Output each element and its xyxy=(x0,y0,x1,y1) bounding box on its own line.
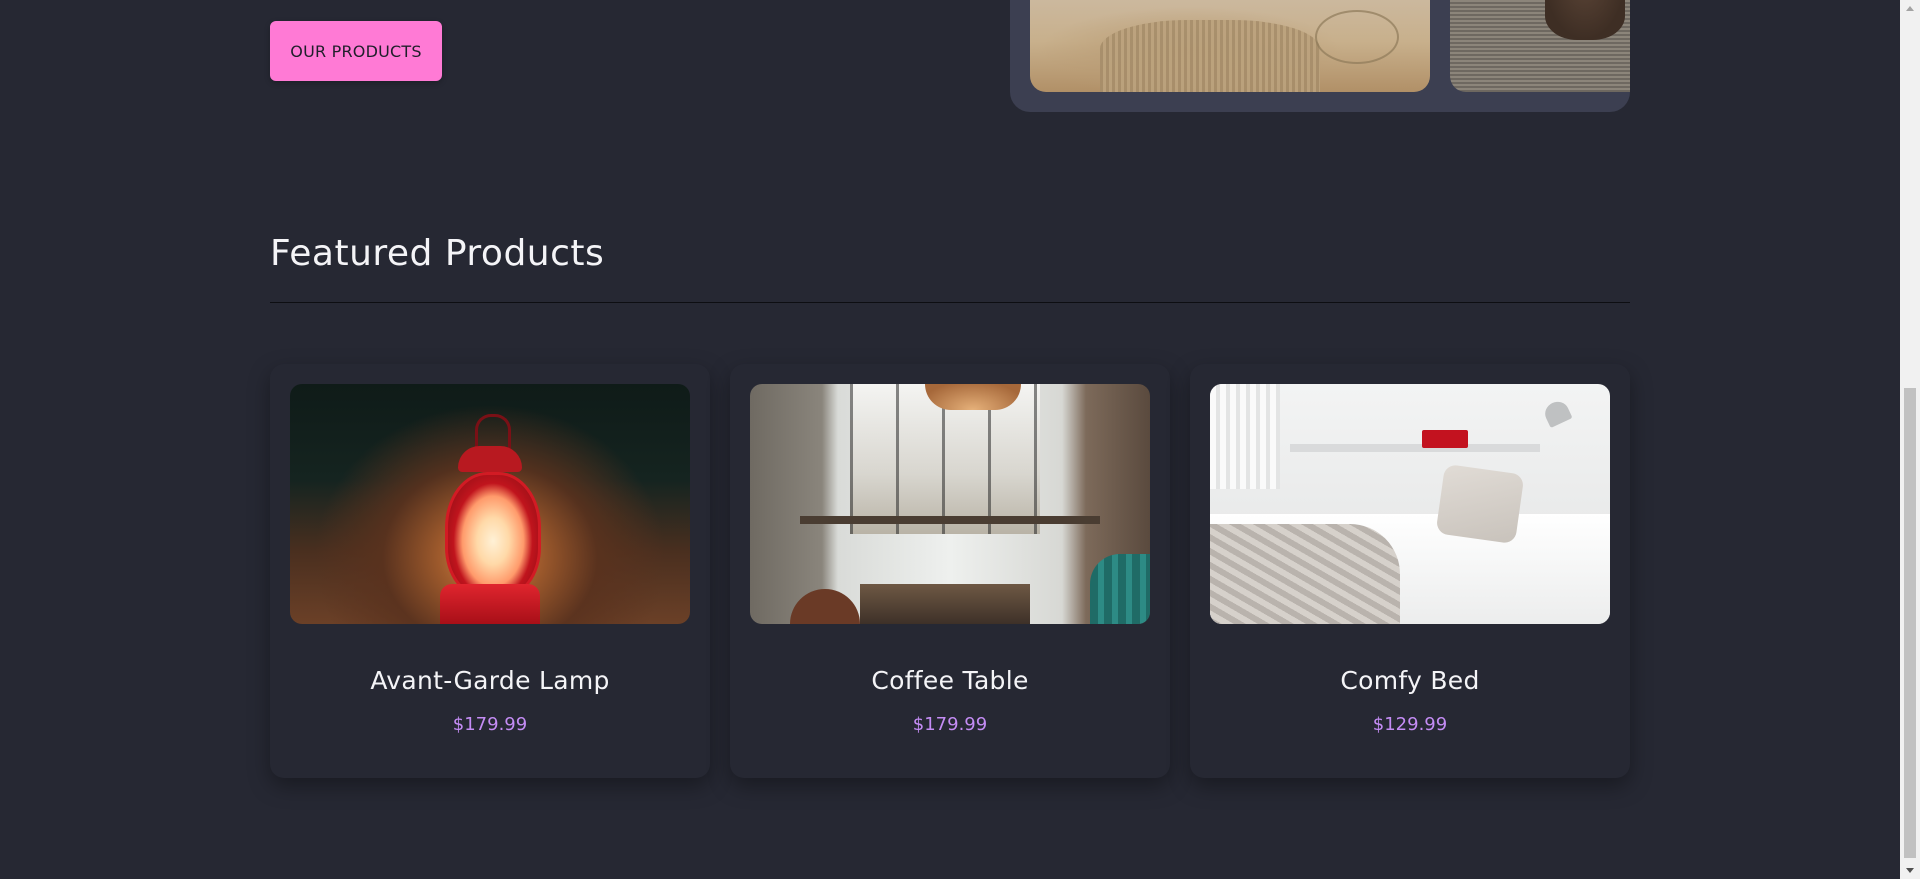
shelf-graphic xyxy=(1290,444,1540,452)
pillow-graphic xyxy=(1435,463,1525,545)
vase-graphic xyxy=(1545,0,1625,40)
side-table-graphic xyxy=(1315,10,1399,64)
product-card-avant-garde-lamp[interactable]: Avant-Garde Lamp $179.99 xyxy=(270,364,710,778)
table-graphic xyxy=(860,584,1030,624)
product-price: $179.99 xyxy=(452,714,528,735)
product-image-bed[interactable] xyxy=(1210,384,1610,624)
page-viewport: OUR PRODUCTS Featured Products Avant-Gar… xyxy=(0,0,1920,879)
product-card-comfy-bed[interactable]: Comfy Bed $129.99 xyxy=(1190,364,1630,778)
scroll-up-arrow-icon[interactable] xyxy=(1900,0,1920,17)
blanket-graphic xyxy=(1210,524,1400,624)
product-name[interactable]: Avant-Garde Lamp xyxy=(270,666,710,695)
red-box-graphic xyxy=(1422,430,1468,448)
featured-products-heading: Featured Products xyxy=(270,233,605,274)
scrollbar-thumb[interactable] xyxy=(1904,388,1916,858)
product-image-coffee-table[interactable] xyxy=(750,384,1150,624)
product-grid: Avant-Garde Lamp $179.99 Coffee Table $1… xyxy=(270,364,1630,778)
vertical-scrollbar[interactable] xyxy=(1900,0,1920,879)
lantern-top-graphic xyxy=(458,446,522,472)
lantern-globe-graphic xyxy=(445,472,541,598)
product-name[interactable]: Coffee Table xyxy=(730,666,1170,695)
product-card-coffee-table[interactable]: Coffee Table $179.99 xyxy=(730,364,1170,778)
product-price: $129.99 xyxy=(1372,714,1448,735)
curtain-graphic xyxy=(1210,384,1280,489)
lantern-base-graphic xyxy=(440,584,540,624)
wall-lamp-graphic xyxy=(1541,397,1573,429)
chair-graphic xyxy=(790,589,860,624)
hero-image-carpet xyxy=(1450,0,1630,92)
product-price: $179.99 xyxy=(912,714,988,735)
armchair-graphic xyxy=(1090,554,1150,624)
hero-gallery xyxy=(1010,0,1630,112)
scroll-down-arrow-icon[interactable] xyxy=(1900,862,1920,879)
rug-graphic xyxy=(1100,20,1320,92)
pendant-lamp-graphic xyxy=(925,384,1021,410)
our-products-button[interactable]: OUR PRODUCTS xyxy=(270,21,442,81)
product-image-lamp[interactable] xyxy=(290,384,690,624)
counter-graphic xyxy=(800,516,1100,524)
product-name[interactable]: Comfy Bed xyxy=(1190,666,1630,695)
section-divider xyxy=(270,302,1630,303)
hero-image-living-room xyxy=(1030,0,1430,92)
